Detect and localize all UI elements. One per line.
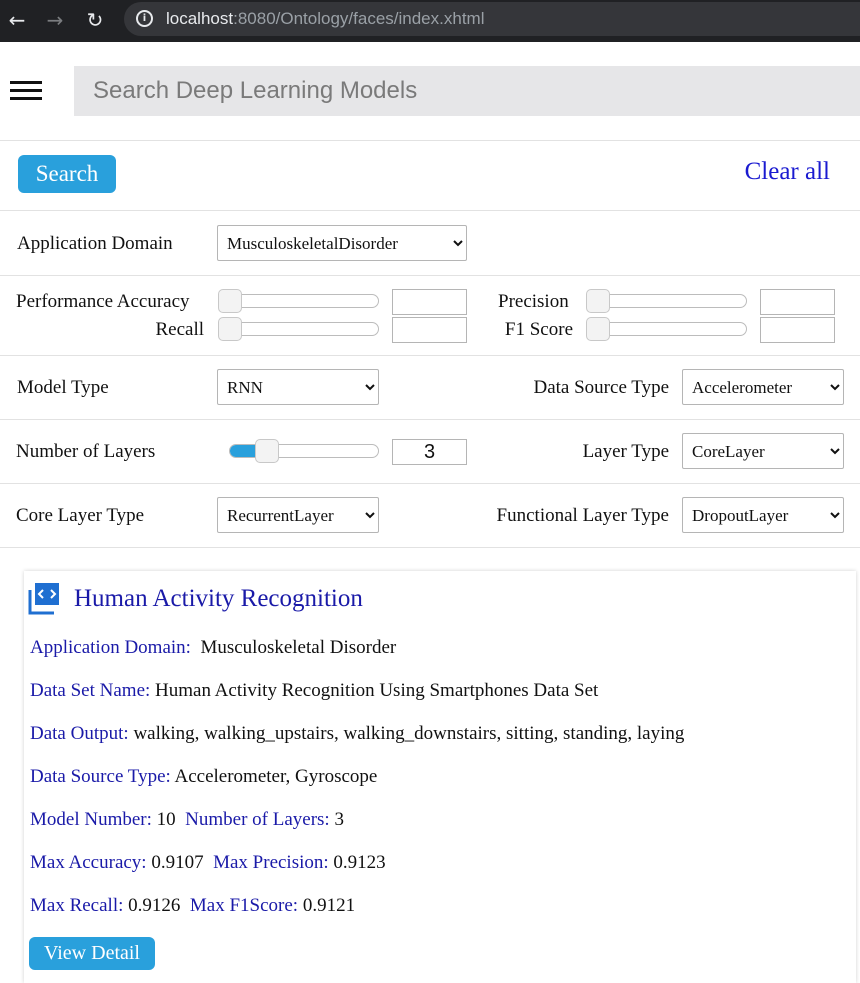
f1-score-slider[interactable]	[586, 317, 747, 341]
slider-thumb[interactable]	[255, 439, 280, 463]
data-source-line: Data Source Type: Accelerometer, Gyrosco…	[30, 766, 377, 788]
core-layer-type-select[interactable]: RecurrentLayer	[217, 497, 379, 533]
max-precision-value: 0.9123	[333, 852, 386, 873]
browser-toolbar: ← → ↻ i localhost:8080/Ontology/faces/in…	[0, 0, 860, 42]
search-button[interactable]: Search	[18, 155, 116, 193]
precision-input[interactable]	[760, 289, 835, 315]
model-type-select[interactable]: RNN	[217, 369, 379, 405]
f1-score-label: F1 Score	[504, 319, 573, 340]
url-host: localhost	[166, 9, 234, 28]
slider-thumb[interactable]	[586, 317, 610, 341]
max-recall-key: Max Recall:	[30, 895, 124, 916]
recall-slider[interactable]	[218, 317, 379, 341]
info-icon[interactable]: i	[136, 10, 153, 27]
divider	[0, 547, 860, 548]
code-window-icon	[28, 583, 59, 615]
slider-thumb[interactable]	[218, 289, 242, 313]
view-detail-button[interactable]: View Detail	[29, 937, 155, 970]
layer-type-select[interactable]: CoreLayer	[682, 433, 844, 469]
functional-layer-type-select[interactable]: DropoutLayer	[682, 497, 844, 533]
model-number-line: Model Number: 10 Number of Layers: 3	[30, 809, 344, 831]
performance-accuracy-slider[interactable]	[218, 289, 379, 313]
slider-thumb[interactable]	[218, 317, 242, 341]
divider	[0, 483, 860, 484]
divider	[0, 140, 860, 141]
data-source-type-label: Data Source Type	[533, 377, 670, 398]
divider	[0, 275, 860, 276]
data-source-type-select[interactable]: Accelerometer	[682, 369, 844, 405]
functional-layer-type-label: Functional Layer Type	[496, 505, 669, 526]
performance-accuracy-input[interactable]	[392, 289, 467, 315]
precision-label: Precision	[498, 291, 569, 312]
recall-input[interactable]	[392, 317, 467, 343]
result-title[interactable]: Human Activity Recognition	[74, 585, 363, 613]
divider	[0, 355, 860, 356]
reload-icon[interactable]: ↻	[82, 7, 108, 33]
dataset-value: Human Activity Recognition Using Smartph…	[155, 680, 599, 701]
max-precision-key: Max Precision:	[213, 852, 329, 873]
url-path: :8080/Ontology/faces/index.xhtml	[233, 9, 485, 28]
f1-score-input[interactable]	[760, 317, 835, 343]
address-bar[interactable]: i localhost:8080/Ontology/faces/index.xh…	[124, 2, 860, 36]
dataset-key: Data Set Name:	[30, 680, 151, 701]
search-input[interactable]	[74, 66, 860, 116]
number-of-layers-input[interactable]	[392, 439, 467, 465]
performance-accuracy-label: Performance Accuracy	[16, 291, 190, 312]
max-f1-value: 0.9121	[302, 895, 356, 916]
max-accuracy-line: Max Accuracy: 0.9107 Max Precision: 0.91…	[30, 852, 386, 874]
dataset-line: Data Set Name: Human Activity Recognitio…	[30, 680, 598, 702]
model-number-key: Model Number:	[30, 809, 152, 830]
precision-slider[interactable]	[586, 289, 747, 313]
layers-value: 3	[334, 809, 344, 830]
divider	[0, 210, 860, 211]
clear-all-link[interactable]: Clear all	[745, 158, 830, 186]
data-output-line: Data Output: walking, walking_upstairs, …	[30, 723, 684, 745]
max-accuracy-key: Max Accuracy:	[30, 852, 147, 873]
application-domain-select[interactable]: MusculoskeletalDisorder	[217, 225, 467, 261]
data-source-key: Data Source Type:	[30, 766, 171, 787]
application-domain-value: Musculoskeletal Disorder	[200, 637, 397, 658]
data-source-value: Accelerometer, Gyroscope	[174, 766, 378, 787]
number-of-layers-label: Number of Layers	[16, 441, 156, 462]
max-recall-line: Max Recall: 0.9126 Max F1Score: 0.9121	[30, 895, 355, 917]
application-domain-key: Application Domain:	[30, 637, 191, 658]
data-output-value: walking, walking_upstairs, walking_downs…	[133, 723, 685, 744]
model-type-label: Model Type	[17, 377, 109, 398]
application-domain-line: Application Domain: Musculoskeletal Diso…	[30, 637, 396, 659]
max-recall-value: 0.9126	[128, 895, 181, 916]
layers-key: Number of Layers:	[185, 809, 330, 830]
number-of-layers-slider[interactable]	[229, 439, 379, 463]
max-f1-key: Max F1Score:	[189, 895, 299, 916]
model-number-value: 10	[156, 809, 176, 830]
application-domain-label: Application Domain	[17, 233, 173, 254]
core-layer-type-label: Core Layer Type	[16, 505, 145, 526]
back-arrow-icon[interactable]: ←	[4, 7, 30, 33]
url-text[interactable]: localhost:8080/Ontology/faces/index.xhtm…	[166, 8, 484, 30]
forward-arrow-icon[interactable]: →	[42, 7, 68, 33]
result-card: Human Activity Recognition Application D…	[24, 571, 856, 983]
data-output-key: Data Output:	[30, 723, 129, 744]
max-accuracy-value: 0.9107	[151, 852, 204, 873]
slider-thumb[interactable]	[586, 289, 610, 313]
recall-label: Recall	[155, 319, 204, 340]
hamburger-icon[interactable]	[10, 81, 42, 101]
layer-type-label: Layer Type	[582, 441, 669, 462]
divider	[0, 419, 860, 420]
